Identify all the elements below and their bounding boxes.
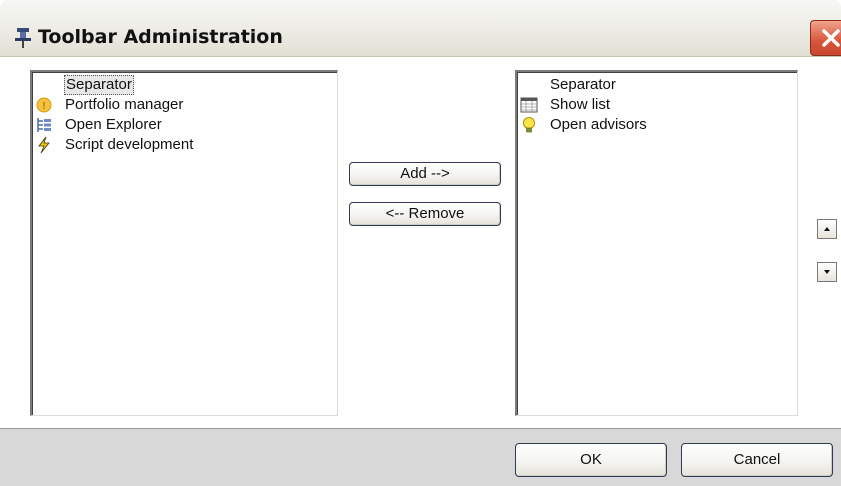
dialog-body: Separator ! Portfolio manager Open Explo… bbox=[0, 57, 841, 428]
list-item-label: Separator bbox=[64, 75, 134, 95]
remove-button[interactable]: <-- Remove bbox=[349, 202, 501, 226]
toolbar-administration-dialog: Toolbar Administration Separator ! Portf… bbox=[0, 0, 841, 486]
list-item-label: Separator bbox=[550, 76, 616, 93]
move-down-button[interactable] bbox=[817, 262, 837, 282]
cancel-button[interactable]: Cancel bbox=[681, 443, 833, 477]
available-items-list[interactable]: Separator ! Portfolio manager Open Explo… bbox=[30, 70, 338, 416]
list-item-label: Portfolio manager bbox=[65, 96, 184, 113]
list-item-label: Script development bbox=[65, 136, 194, 153]
list-item-label: Open advisors bbox=[550, 116, 647, 133]
add-button[interactable]: Add --> bbox=[349, 162, 501, 186]
pin-icon bbox=[14, 27, 32, 49]
title-bar[interactable]: Toolbar Administration bbox=[0, 0, 841, 57]
svg-text:!: ! bbox=[42, 101, 46, 112]
arrow-down-icon bbox=[824, 270, 830, 274]
portfolio-icon: ! bbox=[35, 96, 53, 114]
close-button[interactable] bbox=[810, 20, 841, 56]
toolbar-items-list[interactable]: Separator Show list Open advisors bbox=[515, 70, 798, 416]
dialog-footer: OK Cancel bbox=[0, 428, 841, 486]
list-item-label: Show list bbox=[550, 96, 611, 113]
window-title: Toolbar Administration bbox=[38, 26, 283, 48]
move-up-button[interactable] bbox=[817, 219, 837, 239]
ok-button[interactable]: OK bbox=[515, 443, 667, 477]
list-icon bbox=[520, 96, 538, 114]
close-icon bbox=[822, 29, 840, 47]
lightbulb-icon bbox=[520, 116, 538, 134]
list-item-label: Open Explorer bbox=[65, 116, 162, 133]
lightning-icon bbox=[35, 136, 53, 154]
arrow-up-icon bbox=[824, 227, 830, 231]
explorer-tree-icon bbox=[35, 116, 53, 134]
